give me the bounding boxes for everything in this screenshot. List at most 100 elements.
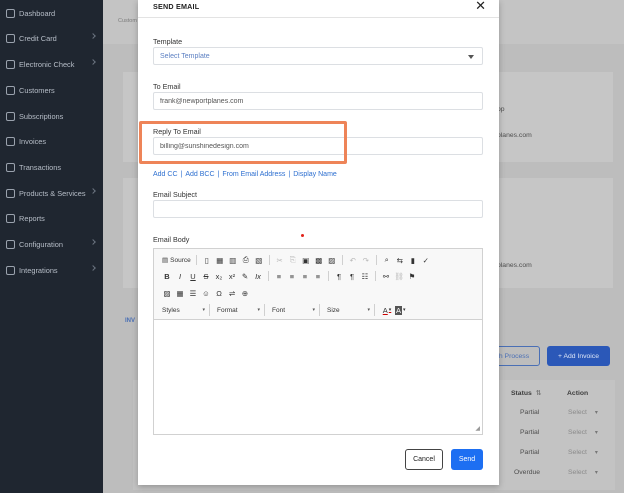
select-all-icon[interactable]: ▮	[408, 254, 418, 266]
background-color-button[interactable]: A ▾	[395, 304, 406, 316]
action-select[interactable]: Select	[568, 409, 598, 416]
link-icon[interactable]: ⚯	[381, 270, 391, 282]
email-subject-label: Email Subject	[153, 190, 197, 199]
link-separator: |	[217, 171, 220, 178]
print-icon[interactable]: ▧	[254, 254, 264, 266]
align-right-icon[interactable]: ≡	[300, 270, 310, 282]
template-select[interactable]: Select Template	[153, 47, 483, 65]
bold-icon[interactable]: B	[162, 270, 172, 282]
breadcrumb: Custom	[118, 18, 137, 24]
image-icon[interactable]: ▨	[162, 287, 172, 299]
ltr-icon[interactable]: ¶	[334, 270, 344, 282]
status-column-header[interactable]: Status ⇅	[511, 383, 541, 403]
email-subject-input[interactable]	[153, 200, 483, 218]
templates-icon[interactable]: ▥	[228, 254, 238, 266]
redo-icon[interactable]: ↷	[361, 254, 371, 266]
smiley-icon[interactable]: ☺	[201, 287, 211, 299]
email-options-links: Add CC | Add BCC | From Email Address | …	[153, 171, 337, 178]
preview-icon[interactable]: ⎙	[241, 254, 251, 266]
toolbar-row-4: Styles ▾ Format ▾ Font ▾ Size ▾ A ▾ A ▾	[162, 303, 406, 317]
invoice-icon	[6, 136, 15, 146]
caret-down-icon	[468, 55, 474, 59]
reply-to-email-input[interactable]	[153, 137, 483, 155]
template-label: Template	[153, 37, 183, 46]
special-char-icon[interactable]: Ω	[214, 287, 224, 299]
sidebar-item-subscriptions[interactable]: Subscriptions	[0, 106, 103, 126]
underline-icon[interactable]: U	[188, 270, 198, 282]
text-color-button[interactable]: A ▾	[382, 304, 392, 316]
add-cc-link[interactable]: Add CC	[153, 171, 178, 178]
send-email-modal: SEND EMAIL ✕ Template Select Template To…	[138, 0, 499, 485]
email-body-textarea[interactable]	[154, 320, 482, 434]
language-icon[interactable]: ☷	[360, 270, 370, 282]
paste-text-icon[interactable]: ▩	[314, 254, 324, 266]
display-name-link[interactable]: Display Name	[293, 171, 337, 178]
action-select[interactable]: Select	[568, 429, 598, 436]
align-left-icon[interactable]: ≡	[274, 270, 284, 282]
align-center-icon[interactable]: ≡	[287, 270, 297, 282]
font-dropdown[interactable]: Font ▾	[272, 304, 320, 316]
sort-icon: ⇅	[535, 390, 542, 397]
sidebar-item-customers[interactable]: Customers	[0, 80, 103, 100]
source-button[interactable]: ▤ Source	[162, 254, 191, 266]
action-select[interactable]: Select	[568, 469, 598, 476]
cut-icon[interactable]: ✂	[275, 254, 285, 266]
sidebar-item-transactions[interactable]: Transactions	[0, 157, 103, 177]
sidebar-item-electronic-check[interactable]: Electronic Check	[0, 54, 103, 74]
toolbar-row-1: ▤ Source ▯ ▦ ▥ ⎙ ▧ ✂ ⎘ ▣ ▩ ▨ ↶ ↷ ⌕ ⇆ ▮ ✓	[162, 253, 431, 267]
size-dropdown[interactable]: Size ▾	[327, 304, 375, 316]
spellcheck-icon[interactable]: ✓	[421, 254, 431, 266]
sidebar-item-integrations[interactable]: Integrations	[0, 260, 103, 280]
close-button[interactable]: ✕	[475, 0, 486, 12]
paste-word-icon[interactable]: ▨	[327, 254, 337, 266]
tab-invoices[interactable]: INV	[125, 318, 135, 324]
anchor-icon[interactable]: ⚑	[407, 270, 417, 282]
styles-dropdown[interactable]: Styles ▾	[162, 304, 210, 316]
strikethrough-icon[interactable]: S	[201, 270, 211, 282]
page-break-icon[interactable]: ⇌	[227, 287, 237, 299]
remove-format-icon[interactable]: Ix	[253, 270, 263, 282]
save-icon[interactable]: ▯	[202, 254, 212, 266]
refresh-icon	[6, 111, 15, 121]
new-page-icon[interactable]: ▦	[215, 254, 225, 266]
check-icon	[6, 59, 15, 69]
sidebar-item-reports[interactable]: Reports	[0, 208, 103, 228]
to-email-input[interactable]	[153, 92, 483, 110]
sidebar-item-products-services[interactable]: Products & Services	[0, 183, 103, 203]
undo-icon[interactable]: ↶	[348, 254, 358, 266]
from-email-address-link[interactable]: From Email Address	[222, 171, 285, 178]
cancel-button[interactable]: Cancel	[405, 449, 443, 470]
superscript-icon[interactable]: x²	[227, 270, 237, 282]
sidebar-item-configuration[interactable]: Configuration	[0, 234, 103, 254]
template-select-value: Select Template	[160, 52, 210, 60]
copy-icon[interactable]: ⎘	[288, 254, 298, 266]
sidebar-item-dashboard[interactable]: Dashboard	[0, 3, 103, 23]
resize-grip-icon[interactable]: ◢	[475, 425, 480, 432]
unlink-icon[interactable]: ⛓	[394, 270, 404, 282]
add-invoice-button[interactable]: + Add Invoice	[547, 346, 610, 366]
iframe-icon[interactable]: ⊕	[240, 287, 250, 299]
chevron-down-icon	[90, 188, 96, 194]
find-icon[interactable]: ⌕	[382, 254, 392, 266]
status-cell: Overdue	[514, 469, 541, 476]
justify-icon[interactable]: ≡	[313, 270, 323, 282]
bar-chart-icon	[6, 213, 15, 223]
send-button[interactable]: Send	[451, 449, 483, 470]
paste-icon[interactable]: ▣	[301, 254, 311, 266]
toolbar-row-3: ▨ ▦ ☰ ☺ Ω ⇌ ⊕	[162, 286, 250, 300]
italic-icon[interactable]: I	[175, 270, 185, 282]
rtl-icon[interactable]: ¶	[347, 270, 357, 282]
table-icon[interactable]: ▦	[175, 287, 185, 299]
horizontal-line-icon[interactable]: ☰	[188, 287, 198, 299]
action-select[interactable]: Select	[568, 449, 598, 456]
modal-header: SEND EMAIL ✕	[138, 0, 499, 18]
sidebar-item-credit-card[interactable]: Credit Card	[0, 28, 103, 48]
caret-down-icon: ▾	[367, 307, 370, 313]
add-bcc-link[interactable]: Add BCC	[185, 171, 214, 178]
copy-format-icon[interactable]: ✎	[240, 270, 250, 282]
action-column-header: Action	[567, 389, 589, 397]
subscript-icon[interactable]: x₂	[214, 270, 224, 282]
sidebar-item-invoices[interactable]: Invoices	[0, 131, 103, 151]
replace-icon[interactable]: ⇆	[395, 254, 405, 266]
format-dropdown[interactable]: Format ▾	[217, 304, 265, 316]
